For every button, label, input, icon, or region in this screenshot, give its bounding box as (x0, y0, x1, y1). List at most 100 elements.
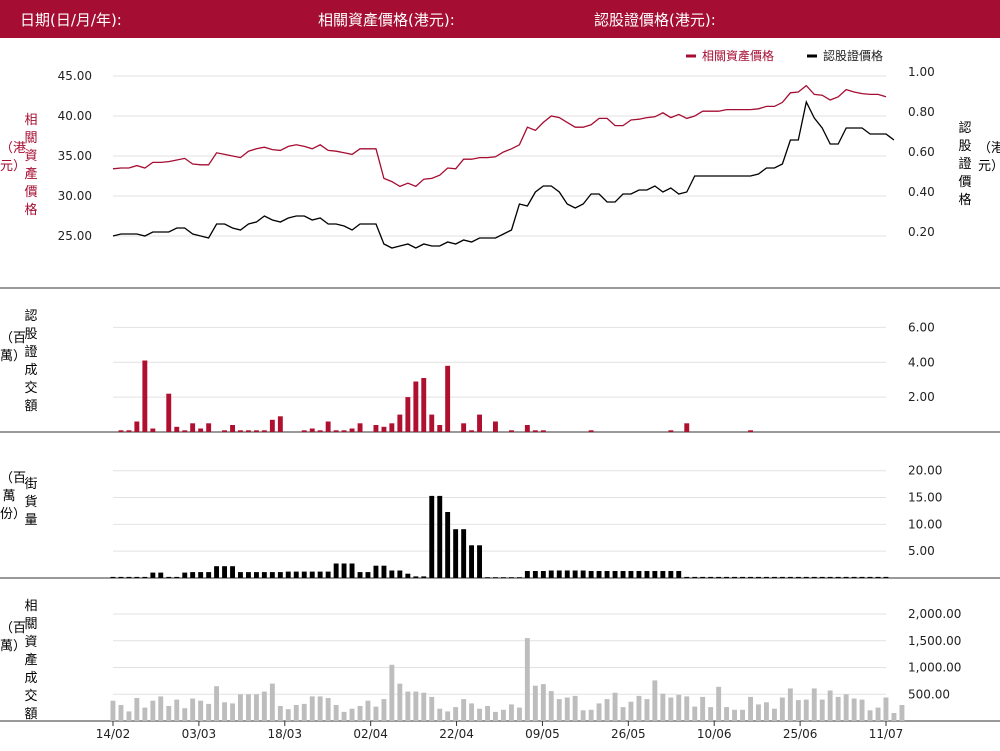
turnover-bar (628, 701, 634, 721)
turnover-bar (772, 708, 777, 721)
outstanding-bar (405, 573, 411, 578)
outstanding-bar (222, 566, 227, 578)
right-tick-label: 1,500.00 (908, 634, 961, 648)
outstanding-bar (795, 576, 801, 578)
turnover-bar (580, 710, 586, 721)
turnover-bar (795, 700, 801, 721)
right-tick-label: 1.00 (908, 65, 935, 79)
warrant-volume-bar (261, 430, 267, 432)
warrant-volume-bar (142, 360, 148, 432)
outstanding-bar (389, 570, 395, 578)
turnover-axis-label-unit: （百萬） (0, 621, 27, 654)
outstanding-bar (644, 571, 650, 578)
outstanding-bar (461, 529, 467, 578)
turnover-bar (612, 692, 618, 721)
warrant-volume-bar (222, 430, 227, 432)
warrant-volume-bar (182, 430, 188, 432)
right-tick-label: 10.00 (908, 517, 942, 531)
left-tick-label: 30.00 (58, 189, 92, 203)
warrant-volume-bar (301, 430, 307, 432)
warrant-volume-bar (206, 423, 212, 432)
warrant-volume-bar (254, 430, 259, 432)
right-tick-label: 0.80 (908, 105, 935, 119)
outstanding-bar (214, 566, 219, 578)
turnover-bar (660, 693, 666, 721)
warrant-volume-bar (437, 425, 443, 432)
warrant-volume-bar (190, 423, 196, 432)
warrant-volume-bar (309, 428, 315, 432)
outstanding-bar (230, 566, 235, 578)
turnover-bar (652, 680, 658, 721)
outstanding-bar (190, 572, 196, 578)
outstanding-bar (134, 576, 140, 578)
warrant-volume-bar (668, 430, 674, 432)
warrant-price-label: 認股證價格(港元): (594, 11, 716, 29)
turnover-bar (787, 688, 793, 721)
turnover-bar (708, 707, 714, 721)
turnover-bar (875, 707, 881, 721)
outstanding-bar (668, 571, 674, 578)
turnover-bar (269, 683, 275, 721)
turnover-bar (142, 707, 148, 721)
x-tick-label: 22/04 (439, 727, 474, 741)
left-tick-label: 35.00 (58, 149, 92, 163)
outstanding-bar (413, 576, 419, 578)
turnover-bar (716, 686, 722, 721)
outstanding-bar (851, 576, 857, 578)
outstanding-bar (787, 576, 793, 578)
panel-separators (0, 287, 1000, 722)
turnover-axis-label-main: 相關資產成交額 (24, 599, 38, 722)
turnover-bar (811, 688, 817, 721)
underlying-axis-label-unit: （港元） (0, 141, 27, 174)
turnover-bar (572, 695, 578, 721)
warrant-volume-bar (588, 430, 594, 432)
turnover-bar (293, 705, 299, 721)
turnover-bar (405, 691, 411, 721)
turnover-bar (182, 708, 188, 721)
warrant-volume-bar (397, 414, 403, 432)
warrant-volume-bar (493, 421, 498, 432)
chart-marks (110, 84, 905, 721)
outstanding-bar (126, 576, 132, 578)
outstanding-bar (580, 570, 586, 578)
turnover-bar (779, 697, 785, 721)
header-bar: 日期(日/月/年): 相關資產價格(港元): 認股證價格(港元): (0, 0, 1000, 38)
x-tick-label: 11/07 (869, 727, 904, 741)
gridlines (113, 75, 886, 695)
turnover-bar (803, 699, 809, 721)
outstanding-bar (429, 495, 435, 578)
outstanding-bar (285, 571, 291, 578)
left-tick-label: 40.00 (58, 109, 92, 123)
outstanding-bar (333, 563, 339, 578)
warrant-volume-bar (524, 425, 530, 432)
turnover-bar (501, 709, 506, 721)
x-tick-label: 09/05 (525, 727, 560, 741)
outstanding-bar (182, 572, 188, 578)
outstanding-bar (764, 576, 769, 578)
warrant-volume-bar (429, 414, 435, 432)
outstanding-bar (604, 571, 610, 578)
warrant-volume-bar (198, 428, 204, 432)
turnover-bar (190, 698, 196, 721)
warrant-volume-bar (238, 430, 243, 432)
outstanding-bar (772, 576, 777, 578)
outstanding-bar (692, 576, 698, 578)
outstanding-bar (835, 576, 841, 578)
turnover-bar (851, 698, 857, 721)
turnover-bar (421, 692, 427, 721)
outstanding-bar (166, 576, 172, 578)
turnover-bar (564, 697, 570, 721)
outstanding-bar (206, 572, 212, 578)
turnover-bar (509, 704, 514, 721)
x-tick-label: 10/06 (697, 727, 732, 741)
outstanding-bar (628, 571, 634, 578)
outstanding-bar (803, 576, 809, 578)
outstanding-bar (652, 571, 658, 578)
outstanding-bar (724, 576, 729, 578)
outstanding-bar (779, 576, 785, 578)
outstanding-bar (110, 576, 116, 578)
outstanding-bar (453, 529, 459, 578)
turnover-bar (461, 699, 467, 721)
legend: 相關資產價格 認股證價格 (686, 48, 883, 63)
warrant-volume-bar (357, 423, 363, 432)
